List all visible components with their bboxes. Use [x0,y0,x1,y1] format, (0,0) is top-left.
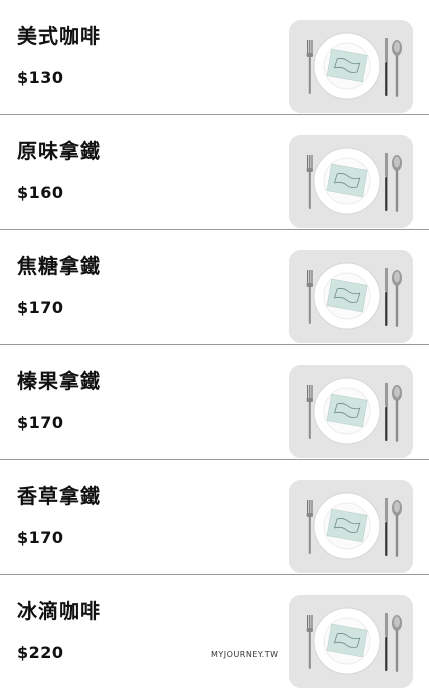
menu-item[interactable]: 焦糖拿鐵 $170 [0,230,429,345]
plate-icon [313,377,381,445]
item-name: 美式咖啡 [17,24,101,48]
item-price: $220 [17,643,64,662]
item-price: $160 [17,183,64,202]
item-price: $170 [17,528,64,547]
plate-icon [313,32,381,100]
item-photo[interactable] [289,595,413,688]
menu-item[interactable]: 香草拿鐵 $170 [0,460,429,575]
menu-item[interactable]: 冰滴咖啡 $220 [0,575,429,690]
item-name: 焦糖拿鐵 [17,254,101,278]
menu-item[interactable]: 美式咖啡 $130 [0,0,429,115]
plate-icon [313,147,381,215]
item-name: 榛果拿鐵 [17,369,101,393]
menu-item[interactable]: 榛果拿鐵 $170 [0,345,429,460]
watermark: MYJOURNEY.TW [211,650,279,659]
item-photo[interactable] [289,135,413,228]
item-photo[interactable] [289,480,413,573]
plate-icon [313,262,381,330]
menu-list: 美式咖啡 $130 原味拿鐵 $160 焦糖拿鐵 $170 榛果拿鐵 $170 … [0,0,429,690]
item-name: 香草拿鐵 [17,484,101,508]
item-name: 冰滴咖啡 [17,599,101,623]
item-name: 原味拿鐵 [17,139,101,163]
item-photo[interactable] [289,250,413,343]
item-photo[interactable] [289,365,413,458]
plate-icon [313,492,381,560]
item-photo[interactable] [289,20,413,113]
plate-icon [313,607,381,675]
item-price: $170 [17,413,64,432]
item-price: $170 [17,298,64,317]
item-price: $130 [17,68,64,87]
menu-item[interactable]: 原味拿鐵 $160 [0,115,429,230]
